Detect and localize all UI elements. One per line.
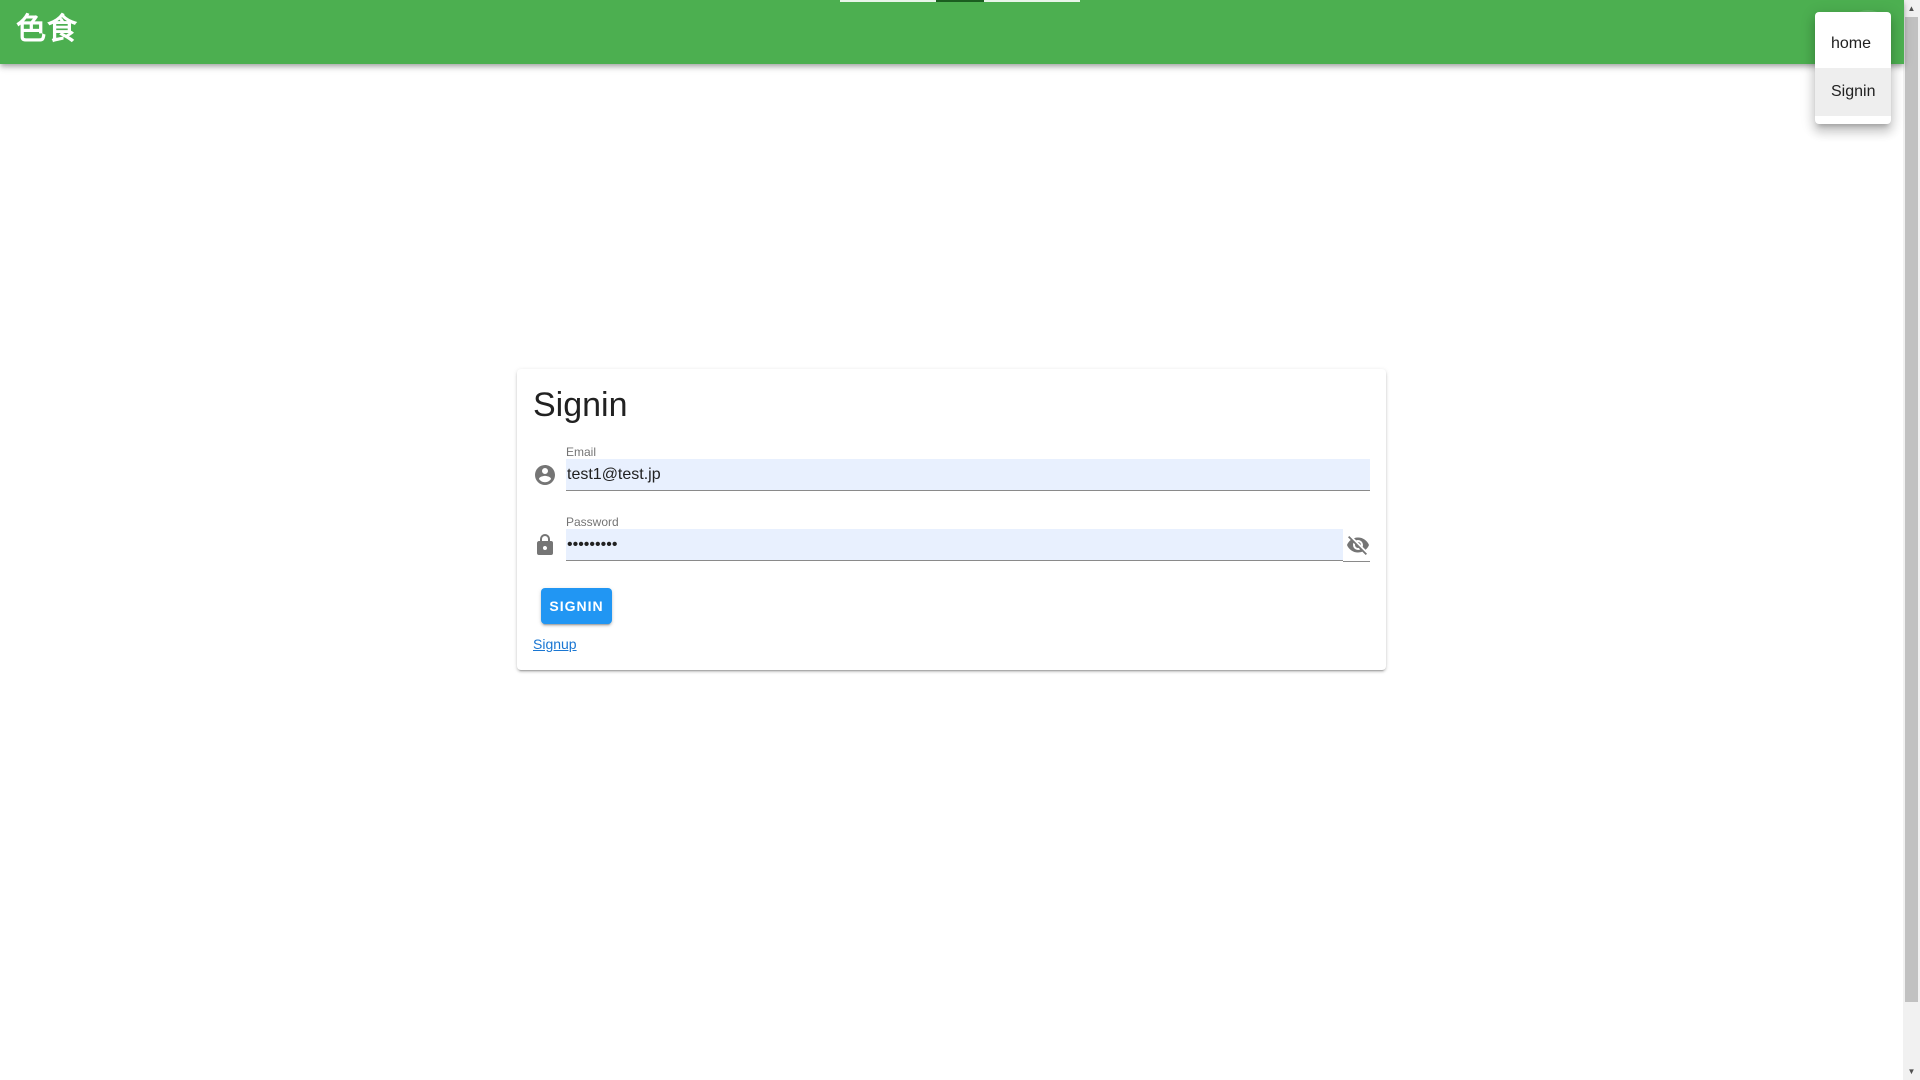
email-label: Email bbox=[566, 445, 597, 459]
password-field: Password ••••••••• bbox=[533, 515, 1370, 565]
signup-link[interactable]: Signup bbox=[533, 636, 577, 652]
signin-card: Signin Email test1@test.jp Password ••••… bbox=[517, 369, 1386, 670]
password-input[interactable]: ••••••••• bbox=[566, 529, 1343, 561]
nav-menu: home Signin bbox=[1815, 12, 1891, 124]
menu-item-signin[interactable]: Signin bbox=[1815, 68, 1891, 116]
app-logo[interactable]: 色食 bbox=[16, 12, 78, 48]
scroll-up-icon[interactable]: ▲ bbox=[1903, 0, 1920, 17]
password-underline bbox=[1343, 561, 1370, 562]
lock-icon bbox=[537, 534, 553, 555]
scrollbar[interactable]: ▲ ▼ bbox=[1903, 0, 1920, 1080]
progress-stripe bbox=[936, 0, 984, 2]
progress-stripe bbox=[984, 0, 1080, 2]
app-bar: 色食 bbox=[0, 0, 1904, 64]
account-circle-icon bbox=[535, 465, 555, 485]
scroll-down-icon[interactable]: ▼ bbox=[1903, 1063, 1920, 1080]
progress-stripe bbox=[840, 0, 936, 2]
email-input[interactable]: test1@test.jp bbox=[566, 459, 1370, 491]
page-title: Signin bbox=[533, 386, 628, 424]
scroll-thumb[interactable] bbox=[1905, 17, 1918, 1002]
progress-bar bbox=[840, 0, 1080, 2]
eye-off-icon[interactable] bbox=[1346, 533, 1370, 557]
password-label: Password bbox=[566, 515, 619, 529]
menu-item-home[interactable]: home bbox=[1815, 20, 1891, 68]
email-field: Email test1@test.jp bbox=[533, 445, 1370, 495]
signin-button[interactable]: SIGNIN bbox=[541, 588, 612, 624]
